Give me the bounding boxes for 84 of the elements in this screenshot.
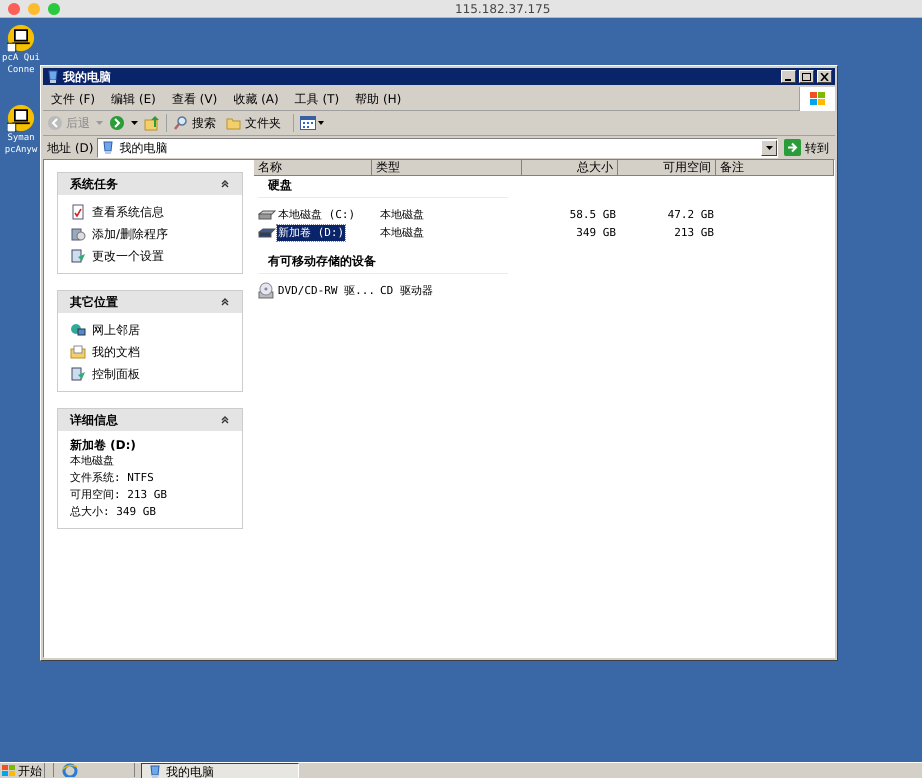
free-space-cell-text: 213 GB <box>673 224 715 241</box>
detail-line: 总大小: 349 GB <box>70 504 157 520</box>
detail-line: 本地磁盘 <box>70 453 115 469</box>
network-icon <box>70 322 86 338</box>
start-button[interactable]: 开始 <box>0 763 45 778</box>
type-cell-text: 本地磁盘 <box>379 206 425 223</box>
file-name[interactable]: 新加卷 (D:) <box>277 224 346 242</box>
search-icon <box>173 115 189 131</box>
laptop-shortcut-icon[interactable] <box>7 104 35 132</box>
windows-logo <box>2 764 16 778</box>
dropdown-arrow-icon[interactable] <box>131 121 138 125</box>
folders-button[interactable]: 文件夹 <box>226 114 281 132</box>
detail-line: 文件系统: NTFS <box>70 470 155 486</box>
panel-header[interactable]: 其它位置 <box>58 291 242 313</box>
document-check-icon <box>70 204 86 220</box>
task-link[interactable]: 网上邻居 <box>92 321 140 339</box>
views-button[interactable] <box>300 116 324 130</box>
type-cell-text: CD 驱动器 <box>379 282 434 299</box>
detail-title: 新加卷 (D:) <box>70 439 137 452</box>
menu-item[interactable]: 工具 (T) <box>294 90 340 108</box>
free-space-cell-text: 47.2 GB <box>666 206 715 223</box>
column-header[interactable]: 名称 <box>254 160 372 176</box>
total-size-cell-text: 349 GB <box>575 224 617 241</box>
hard-drive-icon <box>258 209 276 221</box>
task-link[interactable]: 控制面板 <box>92 365 140 383</box>
group-heading: 硬盘 <box>258 176 508 198</box>
menu-item[interactable]: 编辑 (E) <box>111 90 156 108</box>
taskbar-window-button[interactable]: 我的电脑 <box>141 763 299 778</box>
desktop-icon-label: Syman <box>7 132 35 144</box>
panel-header[interactable]: 系统任务 <box>58 173 242 195</box>
total-size-cell-text: 58.5 GB <box>568 206 617 223</box>
menu-item[interactable]: 帮助 (H) <box>355 90 402 108</box>
collapse-icon[interactable] <box>220 297 230 307</box>
type-cell-text: 本地磁盘 <box>379 224 425 241</box>
panel-title: 详细信息 <box>70 412 118 429</box>
menu-item[interactable]: 文件 (F) <box>51 90 96 108</box>
menu-item[interactable]: 查看 (V) <box>172 90 218 108</box>
control-panel-icon <box>70 366 86 382</box>
browser-icon[interactable] <box>62 763 78 777</box>
file-name[interactable]: DVD/CD-RW 驱... <box>276 282 376 300</box>
folder-document-icon <box>70 344 86 360</box>
task-link[interactable]: 添加/删除程序 <box>92 225 168 243</box>
column-header[interactable]: 总大小 <box>522 160 618 176</box>
go-button[interactable]: 转到 <box>782 138 831 156</box>
collapse-icon[interactable] <box>220 415 230 425</box>
views-icon <box>300 116 316 130</box>
address-field[interactable]: 我的电脑 <box>97 138 778 158</box>
panel-header[interactable]: 详细信息 <box>58 409 242 431</box>
window-title: 我的电脑 <box>63 68 112 86</box>
caret-icon <box>766 146 772 150</box>
hard-drive-icon <box>258 227 276 239</box>
cd-drive-icon <box>258 282 276 300</box>
caret-icon <box>318 121 324 125</box>
minimize-button[interactable] <box>781 70 796 83</box>
maximize-button[interactable] <box>799 70 814 83</box>
forward-icon[interactable] <box>109 115 125 131</box>
detail-line: 可用空间: 213 GB <box>70 487 168 503</box>
column-header[interactable]: 备注 <box>716 160 834 176</box>
desktop-icon-label: pcAnyw <box>4 144 38 156</box>
desktop-icon-label: Conne <box>7 64 35 76</box>
menu-item[interactable]: 收藏 (A) <box>233 90 279 108</box>
minimize-icon <box>784 78 790 80</box>
control-panel-icon <box>70 248 86 264</box>
task-link[interactable]: 我的文档 <box>92 343 140 361</box>
search-button[interactable]: 搜索 <box>173 114 216 132</box>
close-button[interactable] <box>817 70 832 83</box>
address-label: 地址 (D) <box>47 140 94 156</box>
panel-title: 系统任务 <box>70 176 118 193</box>
panel-title: 其它位置 <box>70 294 118 311</box>
column-header[interactable]: 可用空间 <box>618 160 716 176</box>
task-link[interactable]: 查看系统信息 <box>92 203 164 221</box>
window-title: 115.182.37.175 <box>455 0 550 18</box>
maximize-icon <box>802 72 811 80</box>
close-icon <box>820 72 829 80</box>
folder-icon <box>226 116 242 130</box>
software-box-icon <box>70 226 86 242</box>
desktop-icon-label: pcA Qui <box>2 52 40 64</box>
column-header[interactable]: 类型 <box>372 160 522 176</box>
dropdown-button[interactable] <box>761 140 777 156</box>
task-link[interactable]: 更改一个设置 <box>92 247 164 265</box>
laptop-shortcut-icon[interactable] <box>7 24 35 52</box>
group-heading: 有可移动存储的设备 <box>258 252 508 274</box>
collapse-icon[interactable] <box>220 179 230 189</box>
file-name[interactable]: 本地磁盘 (C:) <box>277 206 356 224</box>
